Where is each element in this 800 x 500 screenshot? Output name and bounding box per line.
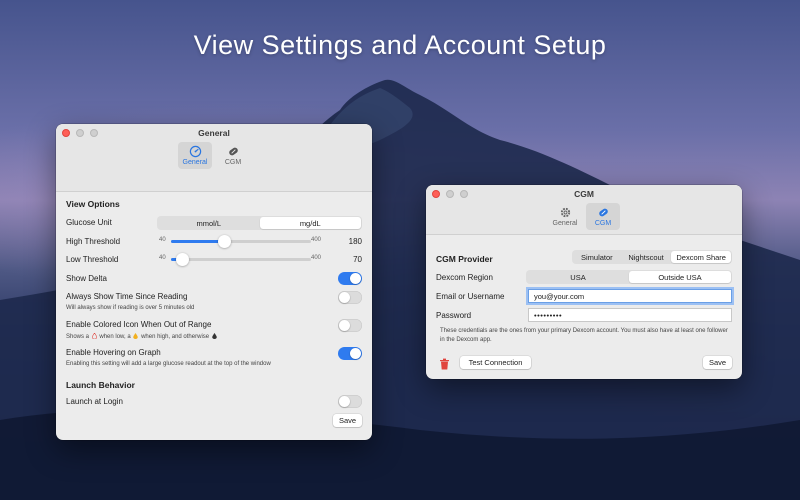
high-max-label: 400 xyxy=(311,237,322,243)
test-connection-button[interactable]: Test Connection xyxy=(460,356,531,369)
cgm-provider-segmented: Simulator Nightscout Dexcom Share xyxy=(572,250,732,264)
high-threshold-value: 180 xyxy=(348,237,362,246)
colored-icon-label: Enable Colored Icon When Out of Range xyxy=(66,320,212,329)
segment-mgdl[interactable]: mg/dL xyxy=(259,217,361,229)
sub-text: when high, and otherwise xyxy=(141,334,210,340)
toolbar-tabs: General CGM xyxy=(56,142,372,169)
cgm-content: CGM Provider Simulator Nightscout Dexcom… xyxy=(426,235,742,379)
cgm-window: CGM General CGM CGM Provider Simulator N… xyxy=(426,185,742,379)
red-drop-icon xyxy=(91,333,97,339)
gear-icon xyxy=(560,207,570,218)
dexcom-region-segmented: USA Outside USA xyxy=(526,270,732,284)
tab-label: General xyxy=(182,159,208,166)
toggle-knob xyxy=(339,320,350,331)
glucose-unit-label: Glucose Unit xyxy=(66,218,112,227)
cgm-provider-label: CGM Provider xyxy=(436,254,493,264)
tab-cgm[interactable]: CGM xyxy=(586,203,620,230)
toggle-knob xyxy=(339,396,350,407)
launch-behavior-heading: Launch Behavior xyxy=(66,380,135,390)
sensor-icon xyxy=(228,147,238,156)
launch-at-login-label: Launch at Login xyxy=(66,397,123,406)
high-min-label: 40 xyxy=(159,237,166,243)
delete-button[interactable] xyxy=(439,357,450,370)
toggle-knob xyxy=(339,292,350,303)
save-button[interactable]: Save xyxy=(333,414,362,427)
segment-nightscout[interactable]: Nightscout xyxy=(621,251,672,263)
toggle-knob xyxy=(350,273,361,284)
tab-label: CGM xyxy=(224,159,242,166)
show-delta-label: Show Delta xyxy=(66,274,107,283)
segment-mmol[interactable]: mmol/L xyxy=(158,217,260,229)
tab-general[interactable]: General xyxy=(548,203,582,230)
yellow-drop-icon xyxy=(133,333,139,339)
low-threshold-value: 70 xyxy=(353,255,362,264)
email-field[interactable]: you@your.com xyxy=(528,289,732,303)
low-min-label: 40 xyxy=(159,255,166,261)
toolbar-tabs: General CGM xyxy=(426,203,742,230)
black-drop-icon xyxy=(212,333,217,339)
hero-title: View Settings and Account Setup xyxy=(193,30,607,60)
always-show-time-sub: Will always show if reading is over 5 mi… xyxy=(66,305,195,311)
password-field[interactable]: ••••••••• xyxy=(528,308,732,322)
show-delta-toggle[interactable] xyxy=(338,272,362,285)
tab-label: General xyxy=(552,220,578,227)
save-button[interactable]: Save xyxy=(703,356,732,369)
sub-text: Shows a xyxy=(66,334,90,340)
hovering-label: Enable Hovering on Graph xyxy=(66,348,161,357)
gauge-icon xyxy=(189,145,201,158)
tab-general[interactable]: General xyxy=(178,142,212,169)
segment-outside-usa[interactable]: Outside USA xyxy=(629,271,731,283)
credentials-note: These credentials are the ones from your… xyxy=(440,328,728,343)
hovering-toggle[interactable] xyxy=(338,347,362,360)
segment-usa[interactable]: USA xyxy=(527,271,629,283)
slider-knob[interactable] xyxy=(217,235,231,248)
toggle-knob xyxy=(350,348,361,359)
tab-label: CGM xyxy=(594,220,612,227)
colored-icon-sub: Shows a when low, a when high, and other… xyxy=(66,333,218,340)
segment-dexcom-share[interactable]: Dexcom Share xyxy=(671,251,731,263)
high-threshold-slider[interactable] xyxy=(171,235,311,248)
password-label: Password xyxy=(436,311,472,320)
always-show-time-label: Always Show Time Since Reading xyxy=(66,292,188,301)
titlebar: General General CGM xyxy=(56,124,372,192)
window-title: CGM xyxy=(574,189,594,199)
low-max-label: 400 xyxy=(311,255,322,261)
low-threshold-label: Low Threshold xyxy=(66,255,119,264)
hovering-sub: Enabling this setting will add a large g… xyxy=(66,361,271,367)
slider-knob[interactable] xyxy=(175,253,189,266)
general-window: General General CGM View Options Glucose… xyxy=(56,124,372,440)
launch-at-login-toggle[interactable] xyxy=(338,395,362,408)
low-threshold-slider[interactable] xyxy=(171,253,311,266)
titlebar: CGM General CGM xyxy=(426,185,742,235)
dexcom-region-label: Dexcom Region xyxy=(436,273,493,282)
slider-fill xyxy=(171,240,225,243)
segment-simulator[interactable]: Simulator xyxy=(573,251,621,263)
trash-icon xyxy=(440,358,449,370)
high-threshold-label: High Threshold xyxy=(66,237,121,246)
window-title: General xyxy=(198,128,230,138)
always-show-time-toggle[interactable] xyxy=(338,291,362,304)
glucose-unit-segmented: mmol/L mg/dL xyxy=(157,216,362,230)
email-label: Email or Username xyxy=(436,292,505,301)
colored-icon-toggle[interactable] xyxy=(338,319,362,332)
tab-cgm[interactable]: CGM xyxy=(216,142,250,169)
sub-text: when low, a xyxy=(99,334,131,340)
view-options-heading: View Options xyxy=(66,199,120,209)
general-content: View Options Glucose Unit mmol/L mg/dL H… xyxy=(56,192,372,440)
sensor-icon xyxy=(598,208,608,217)
